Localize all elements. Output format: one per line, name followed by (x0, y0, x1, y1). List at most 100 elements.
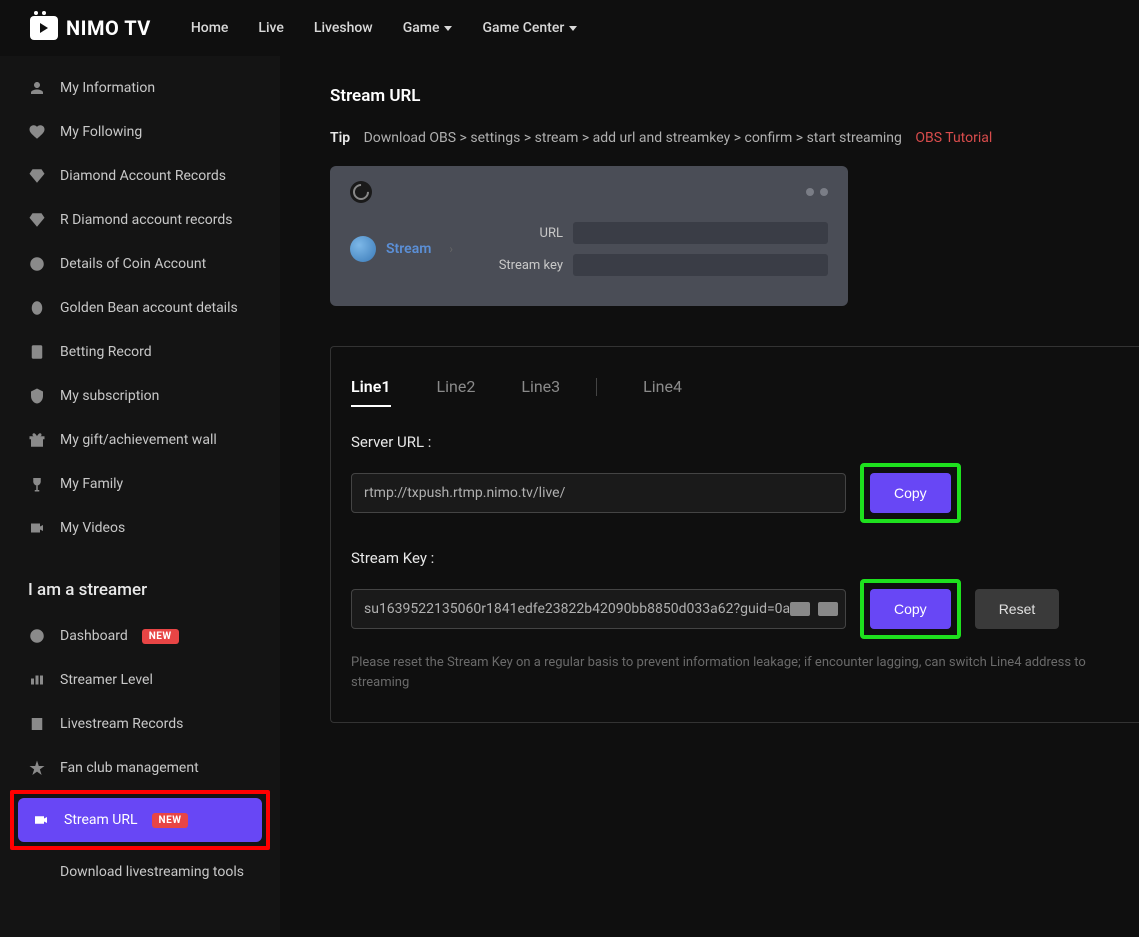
level-icon (28, 671, 46, 689)
nav-game-label: Game (403, 20, 440, 36)
nav-liveshow[interactable]: Liveshow (314, 20, 373, 36)
qr-icon[interactable] (818, 602, 838, 616)
sidebar-item-subscription[interactable]: My subscription (0, 374, 280, 418)
copy-stream-key-button[interactable]: Copy (870, 589, 951, 629)
sidebar-item-label: Streamer Level (60, 672, 153, 688)
tab-line2[interactable]: Line2 (437, 367, 476, 406)
sidebar-item-label: Download livestreaming tools (60, 863, 244, 881)
sidebar-item-dashboard[interactable]: Dashboard NEW (0, 614, 280, 658)
obs-key-label: Stream key (483, 258, 563, 273)
sidebar-item-label: Stream URL (64, 812, 138, 828)
sidebar-item-stream-url[interactable]: Stream URL NEW (18, 798, 262, 842)
sidebar-item-my-following[interactable]: My Following (0, 110, 280, 154)
brand-name: NIMO TV (66, 16, 151, 40)
sidebar-item-my-family[interactable]: My Family (0, 462, 280, 506)
highlight-copy-server-url: Copy (860, 463, 961, 523)
nav-live-label: Live (258, 20, 283, 36)
gift-icon (28, 431, 46, 449)
server-url-input[interactable]: rtmp://txpush.rtmp.nimo.tv/live/ (351, 473, 846, 513)
sidebar-item-livestream-records[interactable]: Livestream Records (0, 702, 280, 746)
copy-server-url-button[interactable]: Copy (870, 473, 951, 513)
sidebar: My Information My Following Diamond Acco… (0, 56, 280, 937)
diamond-icon (28, 167, 46, 185)
obs-key-input (573, 254, 828, 276)
tab-line3[interactable]: Line3 (521, 367, 560, 406)
obs-url-input (573, 222, 828, 244)
tip-text: Download OBS > settings > stream > add u… (364, 130, 902, 146)
highlight-copy-stream-key: Copy (860, 579, 961, 639)
sidebar-item-gift-wall[interactable]: My gift/achievement wall (0, 418, 280, 462)
highlight-stream-url: Stream URL NEW (10, 790, 270, 850)
download-icon (28, 863, 46, 881)
sidebar-item-streamer-level[interactable]: Streamer Level (0, 658, 280, 702)
sidebar-item-label: Diamond Account Records (60, 168, 226, 184)
fan-icon (28, 759, 46, 777)
sidebar-item-label: R Diamond account records (60, 212, 233, 228)
shield-icon (28, 387, 46, 405)
heart-icon (28, 123, 46, 141)
records-icon (28, 715, 46, 733)
obs-stream-tab: Stream › (350, 236, 453, 262)
sidebar-item-r-diamond-records[interactable]: R Diamond account records (0, 198, 280, 242)
nav-live[interactable]: Live (258, 20, 283, 36)
obs-url-label: URL (483, 226, 563, 241)
eye-icon[interactable] (790, 602, 810, 616)
sidebar-section-streamer: I am a streamer (0, 550, 280, 614)
nav-home[interactable]: Home (191, 20, 229, 36)
window-controls (806, 188, 828, 196)
top-navbar: NIMO TV Home Live Liveshow Game Game Cen… (0, 0, 1139, 56)
sidebar-item-golden-bean[interactable]: Golden Bean account details (0, 286, 280, 330)
sidebar-item-betting-record[interactable]: Betting Record (0, 330, 280, 374)
stream-key-input[interactable]: su1639522135060r1841edfe23822b42090bb885… (351, 589, 846, 629)
globe-icon (350, 236, 376, 262)
reset-stream-key-button[interactable]: Reset (975, 589, 1060, 629)
sidebar-item-coin-account[interactable]: Details of Coin Account (0, 242, 280, 286)
main-nav: Home Live Liveshow Game Game Center (191, 20, 577, 36)
sidebar-item-label: My subscription (60, 388, 159, 404)
stream-key-hint: Please reset the Stream Key on a regular… (351, 653, 1099, 692)
obs-logo-icon (350, 181, 372, 203)
nav-game-center-label: Game Center (482, 20, 564, 36)
user-icon (28, 79, 46, 97)
logo-icon (30, 16, 58, 40)
nav-home-label: Home (191, 20, 229, 36)
nav-game-center[interactable]: Game Center (482, 20, 577, 36)
coin-icon (28, 255, 46, 273)
tip-label: Tip (330, 130, 350, 146)
tab-line4[interactable]: Line4 (643, 367, 682, 406)
sidebar-item-fan-club[interactable]: Fan club management (0, 746, 280, 790)
sidebar-item-label: My Information (60, 80, 155, 96)
tab-divider (596, 378, 597, 396)
main-content: Stream URL Tip Download OBS > settings >… (280, 56, 1139, 937)
sidebar-item-label: My Following (60, 124, 142, 140)
obs-stream-label: Stream (386, 241, 431, 257)
line-tabs: Line1 Line2 Line3 Line4 (351, 367, 1099, 407)
dashboard-icon (28, 627, 46, 645)
tab-line1[interactable]: Line1 (351, 367, 391, 406)
camera-icon (32, 811, 50, 829)
sidebar-item-label: My Videos (60, 520, 125, 536)
tip-row: Tip Download OBS > settings > stream > a… (330, 130, 1139, 146)
trophy-icon (28, 475, 46, 493)
video-icon (28, 519, 46, 537)
nav-game[interactable]: Game (403, 20, 453, 36)
diamond-icon (28, 211, 46, 229)
server-url-value: rtmp://txpush.rtmp.nimo.tv/live/ (364, 485, 565, 501)
obs-tutorial-link[interactable]: OBS Tutorial (915, 130, 992, 146)
chevron-right-icon: › (449, 242, 453, 256)
clipboard-icon (28, 343, 46, 361)
sidebar-item-label: My gift/achievement wall (60, 432, 217, 448)
obs-preview: Stream › URL Stream key (330, 166, 848, 306)
brand-logo[interactable]: NIMO TV (30, 16, 151, 40)
sidebar-item-label: Details of Coin Account (60, 256, 206, 272)
new-badge: NEW (152, 813, 189, 828)
chevron-down-icon (444, 26, 452, 31)
sidebar-item-diamond-records[interactable]: Diamond Account Records (0, 154, 280, 198)
sidebar-item-label: Golden Bean account details (60, 300, 238, 316)
sidebar-item-label: My Family (60, 476, 123, 492)
sidebar-item-label: Betting Record (60, 344, 152, 360)
stream-config-panel: Line1 Line2 Line3 Line4 Server URL : rtm… (330, 346, 1139, 723)
sidebar-item-my-videos[interactable]: My Videos (0, 506, 280, 550)
sidebar-item-my-information[interactable]: My Information (0, 66, 280, 110)
sidebar-item-download-tools[interactable]: Download livestreaming tools (0, 850, 280, 894)
